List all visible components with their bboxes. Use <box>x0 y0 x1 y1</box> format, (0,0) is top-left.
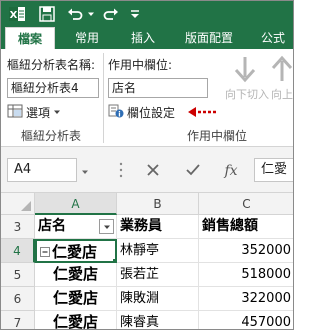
options-label: 選項 <box>26 105 51 120</box>
row-header[interactable]: 3 <box>1 215 35 239</box>
spreadsheet-grid: A B C 3 店名 業務員 銷售總額 4 仁愛店 林靜亭 352000 5 仁… <box>1 193 293 329</box>
undo-dropdown-icon[interactable] <box>86 4 96 24</box>
tab-page-layout[interactable]: 版面配置 <box>173 27 245 49</box>
pivot-name-label: 樞紐分析表名稱: <box>7 58 96 72</box>
tab-insert[interactable]: 插入 <box>119 27 167 49</box>
options-dropdown-icon <box>53 105 61 119</box>
drill-down-label: 向下切入 <box>225 88 269 101</box>
row-header[interactable]: 6 <box>1 287 35 311</box>
drill-up-icon <box>269 55 293 86</box>
header-cell-text: 店名 <box>38 218 66 234</box>
filter-dropdown-icon[interactable] <box>99 219 114 234</box>
undo-icon[interactable] <box>65 4 85 24</box>
active-field-label: 作用中欄位: <box>108 58 173 72</box>
row-header[interactable]: 7 <box>1 311 35 329</box>
excel-window: X 檔案 常用 插入 版面配置 公式 樞紐分析表名稱: 樞紐分析表4 選項 樞紐… <box>0 0 294 330</box>
group-divider <box>103 53 104 143</box>
quick-access-toolbar: X <box>1 1 293 27</box>
ribbon-tabs: 檔案 常用 插入 版面配置 公式 <box>1 27 293 49</box>
name-box-dropdown-icon[interactable] <box>81 165 89 179</box>
field-settings-button[interactable]: i 欄位設定 <box>108 103 175 121</box>
options-button[interactable]: 選項 <box>7 103 61 121</box>
table-cell[interactable]: 業務員 <box>117 215 199 239</box>
ribbon-body: 樞紐分析表名稱: 樞紐分析表4 選項 樞紐分析表 作用中欄位: 店名 i 欄位設… <box>1 49 293 147</box>
table-cell[interactable]: 仁愛店 <box>35 287 117 311</box>
cancel-icon[interactable] <box>141 158 165 182</box>
options-icon <box>7 104 23 121</box>
table-cell[interactable]: 陳敗淵 <box>117 287 199 311</box>
tab-formulas[interactable]: 公式 <box>251 27 293 49</box>
table-cell[interactable]: 張若芷 <box>117 263 199 287</box>
drill-up-label: 向上 <box>271 88 293 101</box>
drill-up-button[interactable]: 向上 <box>269 55 293 102</box>
table-cell[interactable]: 457000 <box>199 311 293 329</box>
svg-text:fx: fx <box>223 163 237 179</box>
group-label-active-field: 作用中欄位 <box>187 129 248 143</box>
column-header-c[interactable]: C <box>199 193 293 215</box>
redo-icon[interactable] <box>101 4 121 24</box>
tab-file[interactable]: 檔案 <box>5 27 55 49</box>
select-all-corner[interactable] <box>1 193 35 215</box>
formula-input[interactable]: 仁愛 <box>254 158 293 182</box>
row-header[interactable]: 5 <box>1 263 35 287</box>
drill-down-icon <box>225 55 265 86</box>
formula-bar: A4 fx 仁愛 <box>1 147 293 193</box>
column-header-a[interactable]: A <box>35 193 117 215</box>
svg-text:X: X <box>10 10 18 21</box>
customize-qat-icon[interactable] <box>127 4 143 24</box>
table-cell[interactable]: 銷售總額 <box>199 215 293 239</box>
table-cell[interactable]: 林靜亭 <box>117 239 199 263</box>
insert-function-icon[interactable]: fx <box>219 158 243 182</box>
row-header[interactable]: 4 <box>1 239 35 263</box>
svg-text:i: i <box>118 110 120 118</box>
table-cell-selected[interactable]: 仁愛店 <box>35 239 117 263</box>
tab-home[interactable]: 常用 <box>63 27 111 49</box>
active-field-input[interactable]: 店名 <box>108 78 208 98</box>
table-cell[interactable]: 仁愛店 <box>35 311 117 329</box>
column-header-b[interactable]: B <box>117 193 199 215</box>
table-cell[interactable]: 仁愛店 <box>35 263 117 287</box>
group-label-pivot: 樞紐分析表 <box>21 129 82 143</box>
collapse-icon[interactable] <box>40 246 50 257</box>
name-box[interactable]: A4 <box>7 158 77 182</box>
drill-down-button[interactable]: 向下切入 <box>225 55 269 102</box>
table-cell[interactable]: 518000 <box>199 263 293 287</box>
table-cell[interactable]: 322000 <box>199 287 293 311</box>
table-cell[interactable]: 店名 <box>35 215 117 239</box>
highlight-arrow-icon <box>187 104 219 120</box>
pivot-name-field[interactable]: 樞紐分析表4 <box>7 78 99 98</box>
table-cell[interactable]: 陳睿真 <box>117 311 199 329</box>
field-settings-icon: i <box>108 104 124 121</box>
table-cell[interactable]: 352000 <box>199 239 293 263</box>
excel-app-icon: X <box>7 4 27 24</box>
enter-check-icon[interactable] <box>181 158 205 182</box>
field-settings-label: 欄位設定 <box>127 105 176 120</box>
cell-text: 仁愛店 <box>52 243 98 261</box>
save-icon[interactable] <box>37 4 57 24</box>
formula-bar-grip-icon[interactable] <box>119 161 123 182</box>
